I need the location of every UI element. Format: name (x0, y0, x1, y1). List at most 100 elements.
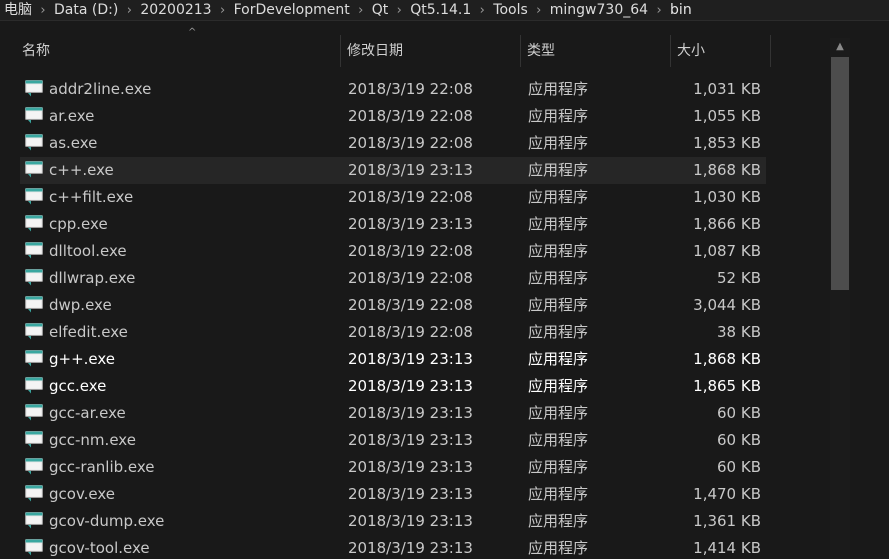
file-size: 1,470 KB (693, 485, 761, 503)
file-date-modified: 2018/3/19 22:08 (348, 188, 473, 206)
file-date-modified: 2018/3/19 22:08 (348, 296, 473, 314)
file-size: 1,853 KB (693, 134, 761, 152)
scroll-up-arrow-icon[interactable]: ▲ (830, 38, 850, 56)
file-row[interactable]: gcov-dump.exe 2018/3/19 23:13 应用程序 1,361 KB (20, 508, 766, 535)
breadcrumb-item-bin[interactable]: bin (666, 1, 696, 19)
file-name: as.exe (49, 134, 98, 152)
file-date-modified: 2018/3/19 23:13 (348, 350, 473, 368)
file-size: 1,030 KB (693, 188, 761, 206)
file-name: ar.exe (49, 107, 95, 125)
file-row[interactable]: ar.exe 2018/3/19 22:08 应用程序 1,055 KB (20, 103, 766, 130)
breadcrumb-item-qt5141[interactable]: Qt5.14.1 (406, 1, 475, 19)
file-row[interactable]: g++.exe 2018/3/19 23:13 应用程序 1,868 KB (20, 346, 766, 373)
file-type: 应用程序 (528, 458, 589, 476)
file-date-modified: 2018/3/19 23:13 (348, 458, 473, 476)
file-date-modified: 2018/3/19 23:13 (348, 431, 473, 449)
file-date-modified: 2018/3/19 23:13 (348, 215, 473, 233)
file-size: 60 KB (717, 458, 761, 476)
file-type: 应用程序 (528, 485, 589, 503)
file-date-modified: 2018/3/19 23:13 (348, 539, 473, 557)
column-header-type[interactable]: 类型 (521, 35, 671, 67)
chevron-right-icon[interactable]: › (36, 3, 50, 18)
breadcrumb-item-fordevelopment[interactable]: ForDevelopment (230, 1, 354, 19)
file-type: 应用程序 (528, 107, 589, 125)
breadcrumb-item-computer[interactable]: 电脑 (0, 1, 36, 19)
chevron-right-icon[interactable]: › (216, 3, 230, 18)
file-size: 1,865 KB (693, 377, 761, 395)
file-row[interactable]: gcc-nm.exe 2018/3/19 23:13 应用程序 60 KB (20, 427, 766, 454)
chevron-right-icon[interactable]: › (392, 3, 406, 18)
file-type: 应用程序 (528, 431, 589, 449)
file-name: dwp.exe (49, 296, 112, 314)
file-type: 应用程序 (528, 350, 589, 368)
chevron-right-icon[interactable]: › (354, 3, 368, 18)
file-type: 应用程序 (528, 188, 589, 206)
breadcrumb-item-tools[interactable]: Tools (489, 1, 532, 19)
file-date-modified: 2018/3/19 22:08 (348, 80, 473, 98)
column-header-type-label: 类型 (527, 43, 555, 59)
file-name: gcov-tool.exe (49, 539, 150, 557)
file-name: addr2line.exe (49, 80, 152, 98)
file-row[interactable]: gcov-tool.exe 2018/3/19 23:13 应用程序 1,414 KB (20, 535, 766, 559)
column-header-name[interactable]: ^ 名称 (16, 27, 341, 67)
file-type: 应用程序 (528, 80, 589, 98)
file-size: 60 KB (717, 431, 761, 449)
file-type: 应用程序 (528, 539, 589, 557)
file-name: gcov.exe (49, 485, 116, 503)
sort-ascending-icon: ^ (188, 27, 197, 38)
breadcrumb[interactable]: 电脑 › Data (D:) › 20200213 › ForDevelopme… (0, 0, 889, 21)
breadcrumb-item-20200213[interactable]: 20200213 (136, 1, 215, 19)
file-row[interactable]: as.exe 2018/3/19 22:08 应用程序 1,853 KB (20, 130, 766, 157)
file-type: 应用程序 (528, 134, 589, 152)
breadcrumb-item-mingw730-64[interactable]: mingw730_64 (546, 1, 652, 19)
file-row[interactable]: c++filt.exe 2018/3/19 22:08 应用程序 1,030 KB (20, 184, 766, 211)
file-row[interactable]: addr2line.exe 2018/3/19 22:08 应用程序 1,031 KB (20, 76, 766, 103)
breadcrumb-item-data-drive[interactable]: Data (D:) (50, 1, 122, 19)
column-header-row: ^ 名称 修改日期 类型 大小 (0, 27, 826, 67)
file-row[interactable]: gcc-ranlib.exe 2018/3/19 23:13 应用程序 60 KB (20, 454, 766, 481)
file-row[interactable]: c++.exe 2018/3/19 23:13 应用程序 1,868 KB (20, 157, 766, 184)
column-header-size-label: 大小 (677, 43, 705, 59)
file-row[interactable]: dllwrap.exe 2018/3/19 22:08 应用程序 52 KB (20, 265, 766, 292)
file-name: dlltool.exe (49, 242, 127, 260)
file-date-modified: 2018/3/19 23:13 (348, 404, 473, 422)
file-name: gcov-dump.exe (49, 512, 165, 530)
file-type: 应用程序 (528, 161, 589, 179)
chevron-right-icon[interactable]: › (475, 3, 489, 18)
file-date-modified: 2018/3/19 23:13 (348, 161, 473, 179)
file-name: gcc-ranlib.exe (49, 458, 155, 476)
vertical-scrollbar[interactable]: ▲ (830, 38, 850, 559)
file-row[interactable]: elfedit.exe 2018/3/19 22:08 应用程序 38 KB (20, 319, 766, 346)
file-row[interactable]: gcc-ar.exe 2018/3/19 23:13 应用程序 60 KB (20, 400, 766, 427)
column-header-date[interactable]: 修改日期 (341, 35, 521, 67)
file-date-modified: 2018/3/19 22:08 (348, 107, 473, 125)
column-header-name-label: 名称 (22, 43, 50, 59)
file-size: 3,044 KB (693, 296, 761, 314)
file-name: g++.exe (49, 350, 116, 368)
file-date-modified: 2018/3/19 23:13 (348, 512, 473, 530)
chevron-right-icon[interactable]: › (652, 3, 666, 18)
breadcrumb-item-qt[interactable]: Qt (368, 1, 393, 19)
file-row[interactable]: gcov.exe 2018/3/19 23:13 应用程序 1,470 KB (20, 481, 766, 508)
chevron-right-icon[interactable]: › (532, 3, 546, 18)
file-row[interactable]: dwp.exe 2018/3/19 22:08 应用程序 3,044 KB (20, 292, 766, 319)
file-type: 应用程序 (528, 269, 589, 287)
file-type: 应用程序 (528, 242, 589, 260)
column-header-date-label: 修改日期 (347, 43, 403, 59)
file-date-modified: 2018/3/19 22:08 (348, 323, 473, 341)
file-date-modified: 2018/3/19 23:13 (348, 485, 473, 503)
file-size: 1,868 KB (693, 161, 761, 179)
column-header-size[interactable]: 大小 (671, 35, 771, 67)
file-row[interactable]: cpp.exe 2018/3/19 23:13 应用程序 1,866 KB (20, 211, 766, 238)
file-row[interactable]: dlltool.exe 2018/3/19 22:08 应用程序 1,087 KB (20, 238, 766, 265)
chevron-right-icon[interactable]: › (122, 3, 136, 18)
file-type: 应用程序 (528, 404, 589, 422)
file-explorer-window: 电脑 › Data (D:) › 20200213 › ForDevelopme… (0, 0, 889, 559)
file-row[interactable]: gcc.exe 2018/3/19 23:13 应用程序 1,865 KB (20, 373, 766, 400)
file-name: c++.exe (49, 161, 114, 179)
file-name: gcc-nm.exe (49, 431, 136, 449)
file-size: 1,361 KB (693, 512, 761, 530)
file-type: 应用程序 (528, 296, 589, 314)
scrollbar-thumb[interactable] (831, 57, 849, 290)
file-size: 1,087 KB (693, 242, 761, 260)
